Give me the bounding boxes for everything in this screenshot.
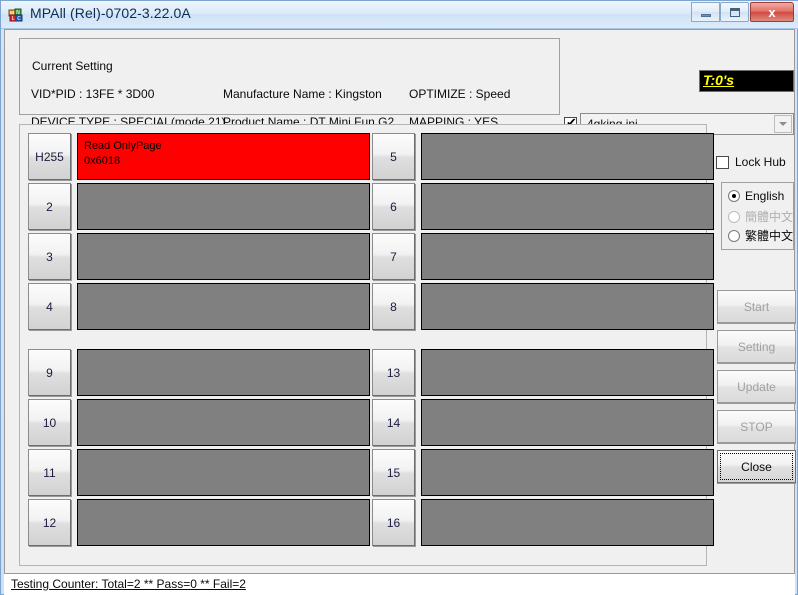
setting-vid-pid: VID*PID : 13FE * 3D00 bbox=[31, 87, 155, 101]
update-button[interactable]: Update bbox=[717, 370, 796, 403]
test-counter-value: T:0's bbox=[703, 72, 735, 88]
status-bar: Testing Counter: Total=2 ** Pass=0 ** Fa… bbox=[4, 573, 795, 595]
slot-status-line-1: Read OnlyPage bbox=[84, 140, 162, 152]
slot-status-bar[interactable] bbox=[77, 233, 370, 280]
slot-status-bar[interactable] bbox=[77, 183, 370, 230]
slot-number-button[interactable]: 3 bbox=[28, 233, 71, 280]
slot-number-button[interactable]: 16 bbox=[372, 499, 415, 546]
slot-status-bar[interactable] bbox=[421, 399, 714, 446]
minimize-icon bbox=[692, 3, 719, 21]
slot-status-bar[interactable] bbox=[77, 283, 370, 330]
stop-button[interactable]: STOP bbox=[717, 410, 796, 443]
slot-status-bar[interactable] bbox=[77, 499, 370, 546]
close-button[interactable]: Close bbox=[717, 450, 796, 483]
slot-number-button[interactable]: 15 bbox=[372, 449, 415, 496]
slot-row: 15 bbox=[372, 449, 714, 496]
current-setting-groupbox bbox=[19, 38, 560, 115]
slot-number-button[interactable]: 5 bbox=[372, 133, 415, 180]
current-setting-legend: Current Setting bbox=[29, 59, 116, 73]
title-bar[interactable]: M N L C MPAll (Rel)-0702-3.22.0A x bbox=[1, 1, 798, 29]
setting-manufacture-name: Manufacture Name : Kingston bbox=[223, 87, 382, 101]
language-label-simplified-chinese: 簡體中文 bbox=[745, 210, 794, 224]
slot-row: 12 bbox=[28, 499, 370, 546]
slot-number-button[interactable]: 2 bbox=[28, 183, 71, 230]
slot-number-button[interactable]: 9 bbox=[28, 349, 71, 396]
slot-row: 10 bbox=[28, 399, 370, 446]
slot-row: 7 bbox=[372, 233, 714, 280]
slot-number-button[interactable]: 4 bbox=[28, 283, 71, 330]
slot-status-bar[interactable]: Read OnlyPage 0x6018 bbox=[77, 133, 370, 180]
lock-hub-checkbox[interactable]: Lock Hub bbox=[716, 155, 786, 169]
slot-row: 11 bbox=[28, 449, 370, 496]
slot-number-button[interactable]: 7 bbox=[372, 233, 415, 280]
device-slot-panel: H255 Read OnlyPage 0x6018 2 3 4 9 10 11 12 5 6 7 8 13 1… bbox=[19, 124, 714, 566]
language-option-simplified-chinese: 簡體中文 bbox=[728, 208, 793, 225]
slot-row: H255 Read OnlyPage 0x6018 bbox=[28, 133, 370, 180]
radio-icon-english bbox=[728, 190, 740, 202]
slot-status-bar[interactable] bbox=[77, 449, 370, 496]
slot-row: 6 bbox=[372, 183, 714, 230]
slot-status-bar[interactable] bbox=[421, 349, 714, 396]
slot-number-button[interactable]: 8 bbox=[372, 283, 415, 330]
update-button-label: Update bbox=[737, 379, 776, 394]
start-button[interactable]: Start bbox=[717, 290, 796, 323]
slot-row: 5 bbox=[372, 133, 714, 180]
slot-row: 2 bbox=[28, 183, 370, 230]
control-panel: Lock Hub English 簡體中文 繁體中文 Start Setting… bbox=[711, 124, 796, 566]
slot-status-bar[interactable] bbox=[421, 183, 714, 230]
slot-number-button[interactable]: 14 bbox=[372, 399, 415, 446]
slot-number-button[interactable]: H255 bbox=[28, 133, 71, 180]
app-blocks-icon: M N L C bbox=[8, 7, 24, 23]
close-button-label: Close bbox=[741, 459, 772, 474]
application-window: M N L C MPAll (Rel)-0702-3.22.0A x Curre… bbox=[0, 0, 798, 595]
restore-icon bbox=[721, 3, 748, 21]
slot-row: 14 bbox=[372, 399, 714, 446]
lock-hub-checkbox-box bbox=[716, 155, 729, 169]
setting-optimize: OPTIMIZE : Speed bbox=[409, 87, 511, 101]
language-option-traditional-chinese[interactable]: 繁體中文 bbox=[728, 227, 793, 244]
restore-button[interactable] bbox=[720, 2, 749, 22]
slot-row: 3 bbox=[28, 233, 370, 280]
setting-button[interactable]: Setting bbox=[717, 330, 796, 363]
slot-status-bar[interactable] bbox=[421, 499, 714, 546]
svg-text:L: L bbox=[12, 16, 15, 22]
slot-number-button[interactable]: 6 bbox=[372, 183, 415, 230]
language-label-traditional-chinese: 繁體中文 bbox=[745, 229, 794, 243]
svg-text:C: C bbox=[17, 16, 21, 22]
slot-number-button[interactable]: 11 bbox=[28, 449, 71, 496]
stop-button-label: STOP bbox=[740, 419, 773, 434]
slot-status-bar[interactable] bbox=[421, 233, 714, 280]
close-window-button[interactable]: x bbox=[750, 2, 794, 22]
language-option-english[interactable]: English bbox=[728, 189, 784, 203]
language-label-english: English bbox=[745, 189, 785, 203]
setting-button-label: Setting bbox=[737, 339, 776, 354]
close-icon: x bbox=[768, 4, 776, 20]
slot-number-button[interactable]: 10 bbox=[28, 399, 71, 446]
slot-status-bar[interactable] bbox=[421, 133, 714, 180]
slot-row: 4 bbox=[28, 283, 370, 330]
slot-status-bar[interactable] bbox=[421, 283, 714, 330]
radio-icon-simplified-chinese bbox=[728, 210, 740, 223]
slot-number-button[interactable]: 13 bbox=[372, 349, 415, 396]
lock-hub-label: Lock Hub bbox=[735, 155, 786, 169]
client-area: Current Setting VID*PID : 13FE * 3D00 Ma… bbox=[4, 29, 796, 592]
slot-status-bar[interactable] bbox=[421, 449, 714, 496]
radio-icon-traditional-chinese bbox=[728, 229, 740, 242]
slot-status-line-2: 0x6018 bbox=[84, 155, 121, 167]
slot-row: 16 bbox=[372, 499, 714, 546]
window-title: MPAll (Rel)-0702-3.22.0A bbox=[30, 5, 191, 21]
slot-row: 9 bbox=[28, 349, 370, 396]
minimize-button[interactable] bbox=[691, 2, 720, 22]
test-counter-display: T:0's bbox=[699, 70, 794, 92]
slot-row: 8 bbox=[372, 283, 714, 330]
language-radio-group: English 簡體中文 繁體中文 bbox=[721, 182, 794, 250]
slot-row: 13 bbox=[372, 349, 714, 396]
slot-status-bar[interactable] bbox=[77, 399, 370, 446]
start-button-label: Start bbox=[743, 299, 770, 314]
testing-counter-text: Testing Counter: Total=2 ** Pass=0 ** Fa… bbox=[11, 577, 246, 591]
slot-status-bar[interactable] bbox=[77, 349, 370, 396]
slot-number-button[interactable]: 12 bbox=[28, 499, 71, 546]
